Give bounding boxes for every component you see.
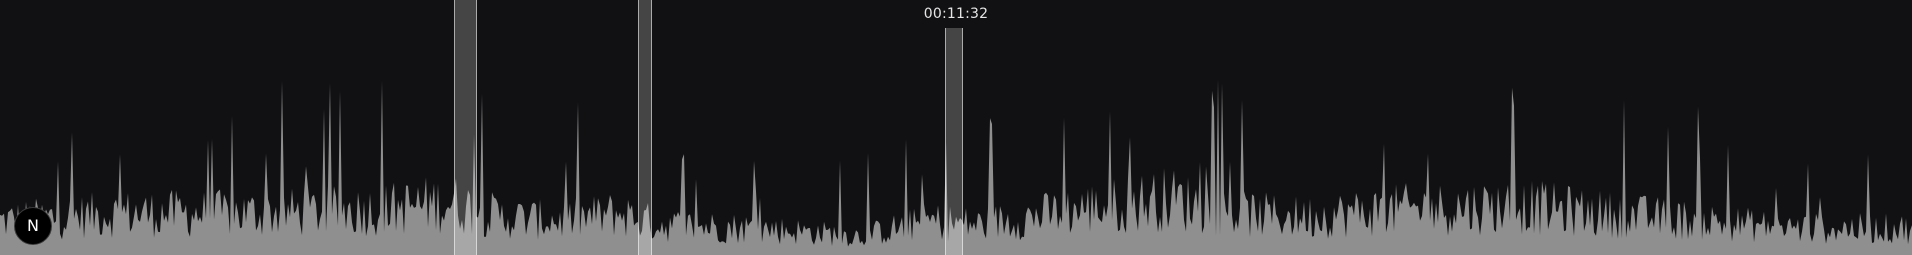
playhead-time-label: 00:11:32 [923,6,989,22]
selected-region-current[interactable] [945,28,963,255]
n-logo-icon[interactable]: N [14,207,52,245]
selected-region-2[interactable] [638,0,652,255]
waveform-editor[interactable]: 00:11:32 N [0,0,1912,255]
badge-letter: N [27,216,39,235]
selected-region-1[interactable] [454,0,477,255]
